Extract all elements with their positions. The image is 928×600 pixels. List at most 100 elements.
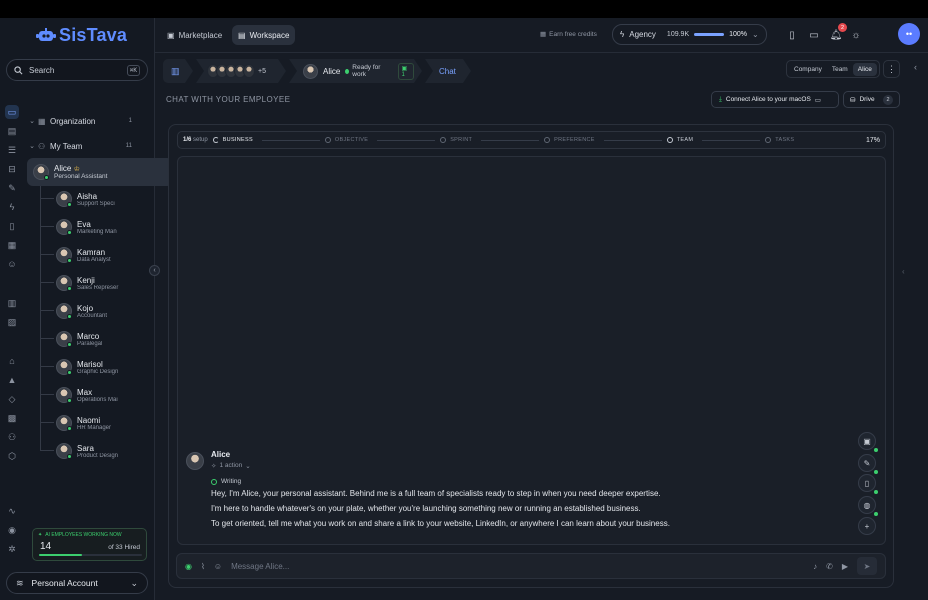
avatar [56, 247, 72, 263]
tree-my-team[interactable]: ⌄ ⚇ My Team 11 [26, 139, 154, 153]
building-icon[interactable]: ▩ [5, 411, 19, 425]
tree-item-member[interactable]: Marco Paralegal [40, 328, 156, 350]
tree-item-member[interactable]: Eva Marketing Man [40, 216, 156, 238]
task-count-chip[interactable]: ▣ 1 [398, 63, 415, 80]
message-line: To get oriented, tell me what you work o… [211, 519, 670, 528]
tree-item-member[interactable]: Naomi HR Manager [40, 412, 156, 434]
step-sprint[interactable]: SPRINT [440, 137, 544, 143]
message-input[interactable]: Message Alice... [231, 562, 804, 571]
stats-title: AI EMPLOYEES WORKING NOW [45, 532, 122, 538]
image-tool-button[interactable]: ▣ [858, 432, 878, 452]
add-tool-button[interactable]: + [858, 517, 876, 535]
tree-item-member[interactable]: Sara Product Design [40, 440, 156, 462]
step-check-icon [666, 137, 673, 143]
message-line: I'm here to handle whatever's on your pl… [211, 504, 641, 513]
broadcast-icon[interactable]: ◉ [185, 562, 192, 571]
chat-icon[interactable]: ▭ [5, 105, 19, 119]
step-business[interactable]: BUSINESS [212, 137, 325, 143]
user-avatar[interactable]: •• [898, 23, 920, 45]
chevron-down-icon: ⌄ [29, 118, 35, 125]
tree-item-member[interactable]: Kamran Data Analyst [40, 244, 156, 266]
agency-credits-button[interactable]: ϟ Agency 109.9K 100% ⌄ [612, 24, 767, 45]
video-icon[interactable]: ▶ [842, 562, 848, 571]
bell-icon[interactable]: 🔔︎ 2 [829, 23, 847, 42]
book-icon[interactable]: ▯ [785, 28, 799, 42]
analytics-icon[interactable]: ▥ [5, 296, 19, 310]
more-members: +5 [258, 67, 266, 75]
emoji-icon[interactable]: ☺ [214, 562, 222, 571]
paperclip-icon[interactable]: ⌇ [201, 562, 205, 571]
chevron-right-icon[interactable]: ‹ [902, 267, 905, 276]
step-team[interactable]: TEAM [666, 137, 765, 143]
earn-label: Earn free credits [549, 30, 597, 38]
drive-button[interactable]: ⛁ Drive 2 [843, 91, 900, 108]
cube-icon[interactable]: ⬡ [5, 449, 19, 463]
connect-macos-button[interactable]: ⤓ Connect Alice to your macOS ▭ [711, 91, 839, 108]
wrench-icon[interactable]: ✎ [5, 181, 19, 195]
tab-workspace[interactable]: ▤ Workspace [232, 25, 296, 45]
chat-icon[interactable]: ▭ [807, 28, 821, 42]
tree-item-member[interactable]: Kenji Sales Represer [40, 272, 156, 294]
shield-icon[interactable]: ◇ [5, 392, 19, 406]
tab-label: Workspace [249, 30, 290, 40]
scope-alice[interactable]: Alice [852, 62, 877, 76]
step-objective[interactable]: OBJECTIVE [324, 137, 440, 143]
account-switcher[interactable]: ≋ Personal Account ⌄ [6, 572, 148, 594]
tree-item-member[interactable]: Aisha Support Speci [40, 188, 156, 210]
tree-organization[interactable]: ⌄ ▦ Organization 1 [26, 114, 154, 128]
clipboard-icon[interactable]: ▯ [5, 219, 19, 233]
home-icon[interactable]: ⌂ [5, 354, 19, 368]
people-icon[interactable]: ⚇ [5, 430, 19, 444]
crumb-chat[interactable]: Chat [425, 59, 471, 83]
send-button[interactable]: ➤ [857, 557, 877, 575]
graduation-icon[interactable]: ▲ [5, 373, 19, 387]
step-preference[interactable]: PREFERENCE [544, 137, 667, 143]
microphone-icon[interactable]: ♪ [813, 562, 817, 571]
step-ring-icon [544, 137, 551, 143]
step-ring-icon [324, 137, 331, 143]
calendar-icon[interactable]: ▦ [5, 238, 19, 252]
brand-logo[interactable]: SisTava [36, 25, 127, 46]
chevron-left-icon[interactable]: ‹ [914, 62, 917, 72]
avatar [186, 452, 204, 470]
more-options-button[interactable]: ⋮ [883, 60, 900, 78]
inbox-icon[interactable]: ⊟ [5, 162, 19, 176]
tree-item-member[interactable]: Kojo Accountant [40, 300, 156, 322]
tree-item-alice[interactable]: Alice ♔ Personal Assistant [27, 158, 173, 186]
section-title: CHAT WITH YOUR EMPLOYEE [166, 95, 291, 104]
user-icon[interactable]: ☺ [5, 257, 19, 271]
broadcast-icon[interactable]: ◉ [5, 523, 19, 537]
crumb-team[interactable]: +5 [196, 59, 286, 83]
employee-name: Alice [323, 66, 341, 76]
scope-company[interactable]: Company [789, 63, 827, 76]
document-icon[interactable]: ▤ [5, 124, 19, 138]
step-tasks[interactable]: TASKS [765, 137, 794, 143]
sun-icon[interactable]: ☼ [849, 28, 863, 42]
tree-item-member[interactable]: Marisol Graphic Design [40, 356, 156, 378]
phone-icon[interactable]: ✆ [826, 562, 833, 571]
message-avatar [186, 452, 204, 470]
collapse-sidebar-button[interactable]: ‹ [149, 265, 160, 276]
robot-logo-icon [36, 27, 56, 45]
building-icon: ▦ [38, 116, 46, 126]
tab-marketplace[interactable]: ▣ Marketplace [161, 25, 228, 45]
message-actions-toggle[interactable]: ✧ 1 action ⌄ [211, 462, 251, 470]
bolt-icon[interactable]: ϟ [5, 200, 19, 214]
earn-credits-link[interactable]: ▦ Earn free credits [540, 30, 597, 39]
crumb-home[interactable]: ▥ [163, 59, 193, 83]
search-button[interactable]: Search ⌘K [6, 59, 148, 81]
plus-icon: + [864, 521, 870, 531]
tree-item-member[interactable]: Max Operations Mai [40, 384, 156, 406]
message-composer[interactable]: ◉ ⌇ ☺ Message Alice... ♪ ✆ ▶ ➤ [176, 553, 886, 579]
settings-icon[interactable]: ✲ [5, 542, 19, 556]
knowledge-button[interactable]: ▯ [858, 474, 878, 494]
crumb-employee[interactable]: Alice Ready for work ▣ 1 [289, 59, 422, 83]
activity-icon[interactable]: ∿ [5, 504, 19, 518]
employee-status: Ready for work [352, 64, 381, 78]
scope-team[interactable]: Team [827, 63, 853, 76]
receipt-icon[interactable]: ▨ [5, 315, 19, 329]
member-name: Kojo [77, 303, 94, 313]
tools-button[interactable]: ✎ [858, 454, 878, 474]
database-icon[interactable]: ☰ [5, 143, 19, 157]
web-button[interactable]: ◍ [858, 496, 878, 516]
